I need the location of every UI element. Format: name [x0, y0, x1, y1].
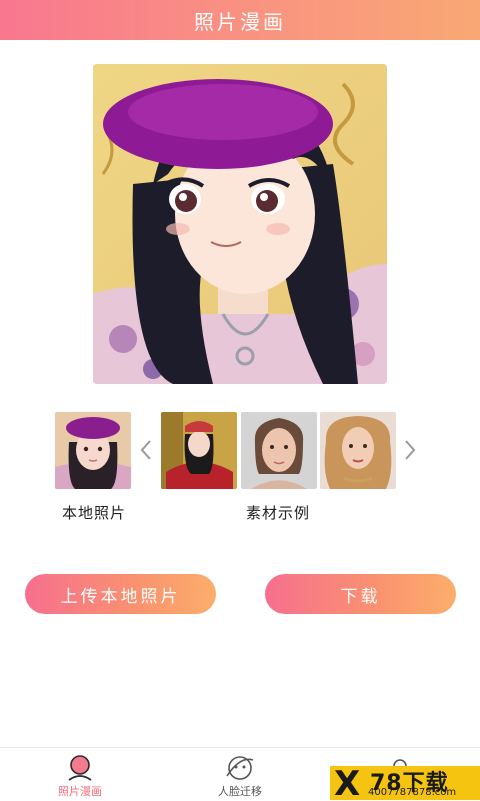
local-photo-thumbnail[interactable]	[55, 412, 131, 489]
watermark-url: 4007787878.com	[368, 787, 457, 798]
upload-local-photo-button[interactable]: 上传本地照片	[25, 574, 216, 614]
download-button-label: 下载	[340, 586, 381, 607]
page-title: 照片漫画	[194, 9, 286, 34]
tab-label: 人脸迁移	[218, 785, 262, 798]
tab-photo-comic[interactable]: 照片漫画	[32, 748, 128, 801]
chevron-right-icon[interactable]	[402, 436, 418, 464]
app-header: 照片漫画	[0, 0, 480, 40]
tab-face-swap[interactable]: 人脸迁移	[192, 748, 288, 801]
site-watermark: X 78下载 4007787878.com	[330, 766, 480, 800]
sample-label: 素材示例	[246, 504, 311, 522]
upload-button-label: 上传本地照片	[60, 586, 181, 607]
local-photo-label: 本地照片	[62, 504, 127, 522]
face-swap-icon	[225, 754, 255, 782]
sample-thumbnail[interactable]	[241, 412, 317, 489]
watermark-mark: X	[334, 766, 361, 800]
tab-label: 照片漫画	[58, 785, 102, 798]
download-button[interactable]: 下载	[265, 574, 456, 614]
chevron-left-icon[interactable]	[138, 436, 154, 464]
portrait-icon	[66, 754, 94, 782]
sample-thumbnail[interactable]	[320, 412, 396, 489]
anime-portrait-image	[93, 64, 387, 384]
sample-thumbnail[interactable]	[161, 412, 237, 489]
